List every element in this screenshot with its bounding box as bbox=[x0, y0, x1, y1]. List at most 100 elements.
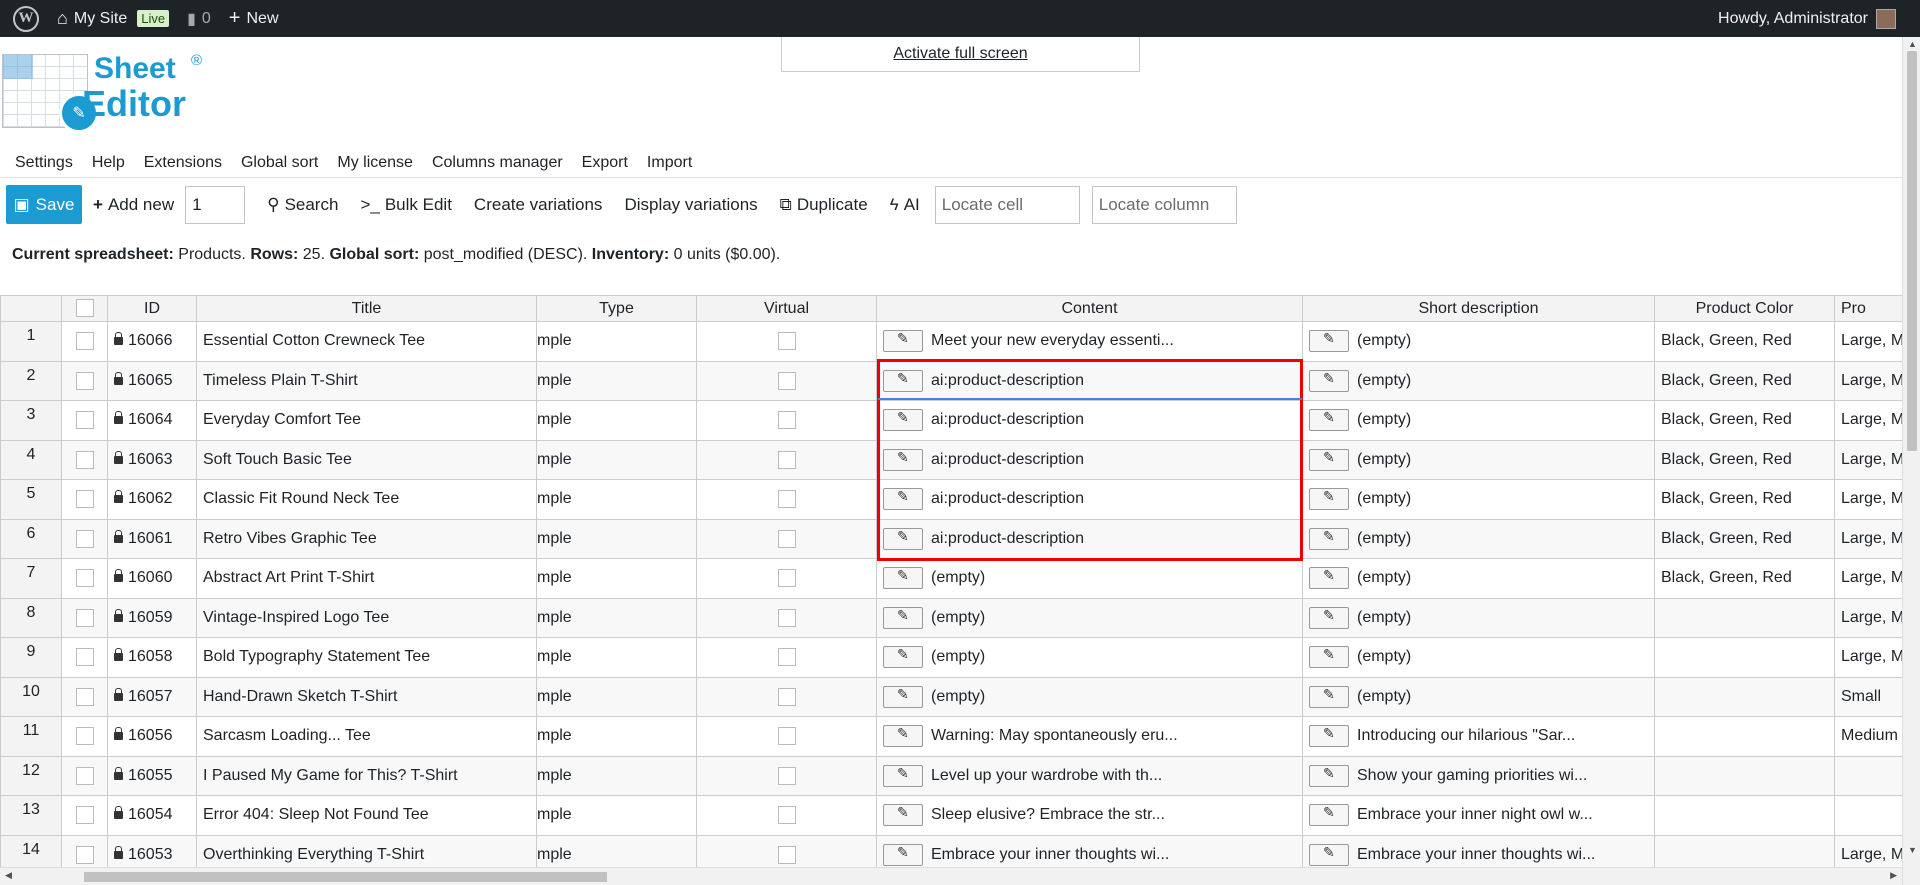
title-cell[interactable]: Vintage-Inspired Logo Tee bbox=[196, 597, 537, 638]
short-description-cell[interactable]: Introducing our hilarious "Sar... bbox=[1302, 716, 1655, 757]
virtual-cell[interactable] bbox=[696, 558, 877, 599]
select-all-checkbox[interactable] bbox=[75, 299, 94, 318]
display-variations-button[interactable]: Display variations bbox=[613, 185, 768, 224]
short-description-cell[interactable]: Embrace your inner night owl w... bbox=[1302, 795, 1655, 836]
type-cell[interactable]: mple bbox=[536, 597, 697, 638]
menu-import[interactable]: Import bbox=[647, 154, 692, 172]
content-cell[interactable]: ai:product-description bbox=[876, 518, 1303, 559]
id-cell[interactable]: 16066 bbox=[107, 321, 197, 362]
short-description-cell[interactable]: Embrace your inner thoughts wi... bbox=[1302, 834, 1655, 867]
title-cell[interactable]: Retro Vibes Graphic Tee bbox=[196, 518, 537, 559]
wordpress-logo-button[interactable]: W bbox=[0, 0, 48, 37]
product-color-cell[interactable]: Black, Green, Red bbox=[1654, 321, 1835, 362]
create-variations-button[interactable]: Create variations bbox=[463, 185, 614, 224]
type-cell[interactable]: mple bbox=[536, 518, 697, 559]
short-description-cell[interactable]: (empty) bbox=[1302, 558, 1655, 599]
ai-button[interactable]: ϟ AI bbox=[879, 185, 931, 224]
title-cell[interactable]: I Paused My Game for This? T-Shirt bbox=[196, 755, 537, 796]
virtual-checkbox[interactable] bbox=[777, 411, 796, 430]
id-cell[interactable]: 16064 bbox=[107, 400, 197, 441]
column-header-product-color[interactable]: Product Color bbox=[1654, 295, 1835, 322]
virtual-checkbox[interactable] bbox=[777, 569, 796, 588]
short-description-cell[interactable]: (empty) bbox=[1302, 597, 1655, 638]
row-checkbox[interactable] bbox=[75, 450, 94, 469]
row-checkbox[interactable] bbox=[75, 687, 94, 706]
column-header-content[interactable]: Content bbox=[876, 295, 1303, 322]
product-color-cell[interactable] bbox=[1654, 676, 1835, 717]
virtual-cell[interactable] bbox=[696, 716, 877, 757]
site-name-link[interactable]: ⌂ My Site Live bbox=[48, 0, 178, 37]
account-menu[interactable]: Howdy, Administrator bbox=[1718, 8, 1920, 29]
virtual-cell[interactable] bbox=[696, 755, 877, 796]
id-cell[interactable]: 16055 bbox=[107, 755, 197, 796]
id-cell[interactable]: 16062 bbox=[107, 479, 197, 520]
edit-short-description-button[interactable] bbox=[1309, 685, 1349, 708]
column-header-virtual[interactable]: Virtual bbox=[696, 295, 877, 322]
product-size-cell[interactable]: Large, M bbox=[1834, 518, 1902, 559]
virtual-cell[interactable] bbox=[696, 479, 877, 520]
edit-content-button[interactable] bbox=[883, 725, 923, 748]
edit-short-description-button[interactable] bbox=[1309, 646, 1349, 669]
edit-short-description-button[interactable] bbox=[1309, 527, 1349, 550]
row-number[interactable]: 12 bbox=[0, 755, 62, 796]
edit-content-button[interactable] bbox=[883, 646, 923, 669]
column-header-title[interactable]: Title bbox=[196, 295, 537, 322]
menu-extensions[interactable]: Extensions bbox=[144, 154, 222, 172]
row-checkbox[interactable] bbox=[75, 332, 94, 351]
id-cell[interactable]: 16054 bbox=[107, 795, 197, 836]
title-cell[interactable]: Everyday Comfort Tee bbox=[196, 400, 537, 441]
type-cell[interactable]: mple bbox=[536, 558, 697, 599]
row-number[interactable]: 9 bbox=[0, 637, 62, 678]
content-cell[interactable]: (empty) bbox=[876, 676, 1303, 717]
menu-my-license[interactable]: My license bbox=[337, 154, 413, 172]
edit-short-description-button[interactable] bbox=[1309, 330, 1349, 353]
content-cell[interactable]: Meet your new everyday essenti... bbox=[876, 321, 1303, 362]
product-size-cell[interactable]: Large, M bbox=[1834, 439, 1902, 480]
row-checkbox[interactable] bbox=[75, 806, 94, 825]
short-description-cell[interactable]: (empty) bbox=[1302, 518, 1655, 559]
product-color-cell[interactable]: Black, Green, Red bbox=[1654, 518, 1835, 559]
row-checkbox[interactable] bbox=[75, 529, 94, 548]
virtual-cell[interactable] bbox=[696, 637, 877, 678]
duplicate-button[interactable]: ⧉ Duplicate bbox=[769, 185, 879, 224]
product-size-cell[interactable]: Large, M bbox=[1834, 834, 1902, 867]
row-number[interactable]: 11 bbox=[0, 716, 62, 757]
content-cell[interactable]: ai:product-description bbox=[876, 479, 1303, 520]
row-checkbox[interactable] bbox=[75, 608, 94, 627]
short-description-cell[interactable]: (empty) bbox=[1302, 400, 1655, 441]
content-cell[interactable]: ai:product-description bbox=[876, 439, 1303, 480]
horizontal-scrollbar[interactable]: ◀ ▶ bbox=[0, 867, 1902, 885]
column-header-short-description[interactable]: Short description bbox=[1302, 295, 1655, 322]
row-number[interactable]: 14 bbox=[0, 834, 62, 867]
product-size-cell[interactable]: Large, M bbox=[1834, 558, 1902, 599]
type-cell[interactable]: mple bbox=[536, 795, 697, 836]
product-color-cell[interactable]: Black, Green, Red bbox=[1654, 360, 1835, 401]
column-header-product-size[interactable]: Pro bbox=[1834, 295, 1902, 322]
product-color-cell[interactable] bbox=[1654, 834, 1835, 867]
horizontal-scrollbar-thumb[interactable] bbox=[84, 872, 607, 882]
title-cell[interactable]: Overthinking Everything T-Shirt bbox=[196, 834, 537, 867]
virtual-checkbox[interactable] bbox=[777, 529, 796, 548]
row-number[interactable]: 8 bbox=[0, 597, 62, 638]
content-cell[interactable]: (empty) bbox=[876, 637, 1303, 678]
id-cell[interactable]: 16065 bbox=[107, 360, 197, 401]
type-cell[interactable]: mple bbox=[536, 439, 697, 480]
short-description-cell[interactable]: (empty) bbox=[1302, 321, 1655, 362]
row-checkbox[interactable] bbox=[75, 411, 94, 430]
product-size-cell[interactable]: Small bbox=[1834, 676, 1902, 717]
id-cell[interactable]: 16053 bbox=[107, 834, 197, 867]
column-header-type[interactable]: Type bbox=[536, 295, 697, 322]
id-cell[interactable]: 16056 bbox=[107, 716, 197, 757]
title-cell[interactable]: Essential Cotton Crewneck Tee bbox=[196, 321, 537, 362]
product-color-cell[interactable] bbox=[1654, 795, 1835, 836]
id-cell[interactable]: 16057 bbox=[107, 676, 197, 717]
menu-help[interactable]: Help bbox=[92, 154, 125, 172]
add-new-button[interactable]: + Add new bbox=[82, 185, 185, 224]
virtual-checkbox[interactable] bbox=[777, 371, 796, 390]
row-number[interactable]: 5 bbox=[0, 479, 62, 520]
virtual-checkbox[interactable] bbox=[777, 648, 796, 667]
edit-short-description-button[interactable] bbox=[1309, 804, 1349, 827]
edit-short-description-button[interactable] bbox=[1309, 725, 1349, 748]
title-cell[interactable]: Sarcasm Loading... Tee bbox=[196, 716, 537, 757]
edit-content-button[interactable] bbox=[883, 764, 923, 787]
